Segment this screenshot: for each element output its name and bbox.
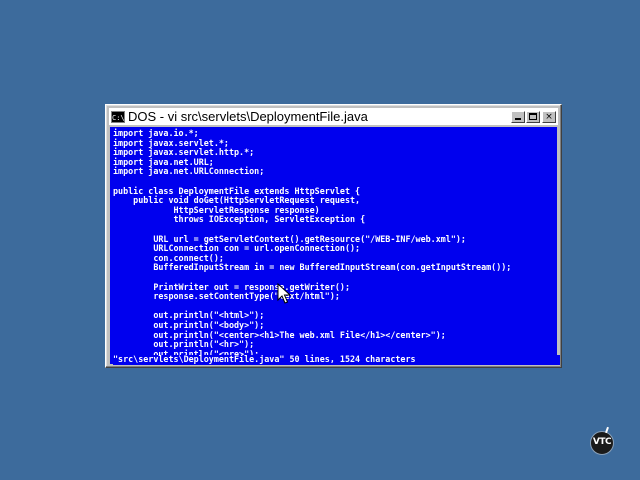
mouse-pointer-icon: [277, 283, 292, 304]
maximize-icon: [529, 112, 537, 120]
vtc-logo: VTC: [590, 426, 616, 457]
title-bar[interactable]: C:\ DOS - vi src\servlets\DeploymentFile…: [109, 108, 558, 125]
window-title: DOS - vi src\servlets\DeploymentFile.jav…: [128, 109, 368, 124]
dos-window[interactable]: C:\ DOS - vi src\servlets\DeploymentFile…: [105, 104, 562, 368]
code-line: throws IOException, ServletException {: [113, 214, 366, 225]
vi-status-line: "src\servlets\DeploymentFile.java" 50 li…: [113, 354, 560, 365]
minimize-icon: [515, 117, 521, 120]
code-line: import java.net.URLConnection;: [113, 166, 265, 177]
vtc-logo-text: VTC: [592, 437, 612, 447]
close-icon: ×: [545, 111, 553, 122]
minimize-button[interactable]: [511, 110, 525, 123]
close-button[interactable]: ×: [542, 110, 556, 123]
maximize-button[interactable]: [526, 110, 540, 123]
ms-dos-icon[interactable]: C:\: [111, 110, 125, 123]
code-line: response.setContentType("text/html");: [113, 291, 340, 302]
console-area[interactable]: import java.io.*; import javax.servlet.*…: [110, 127, 557, 364]
window-controls: ×: [510, 110, 556, 123]
code-line: BufferedInputStream in = new BufferedInp…: [113, 262, 512, 273]
